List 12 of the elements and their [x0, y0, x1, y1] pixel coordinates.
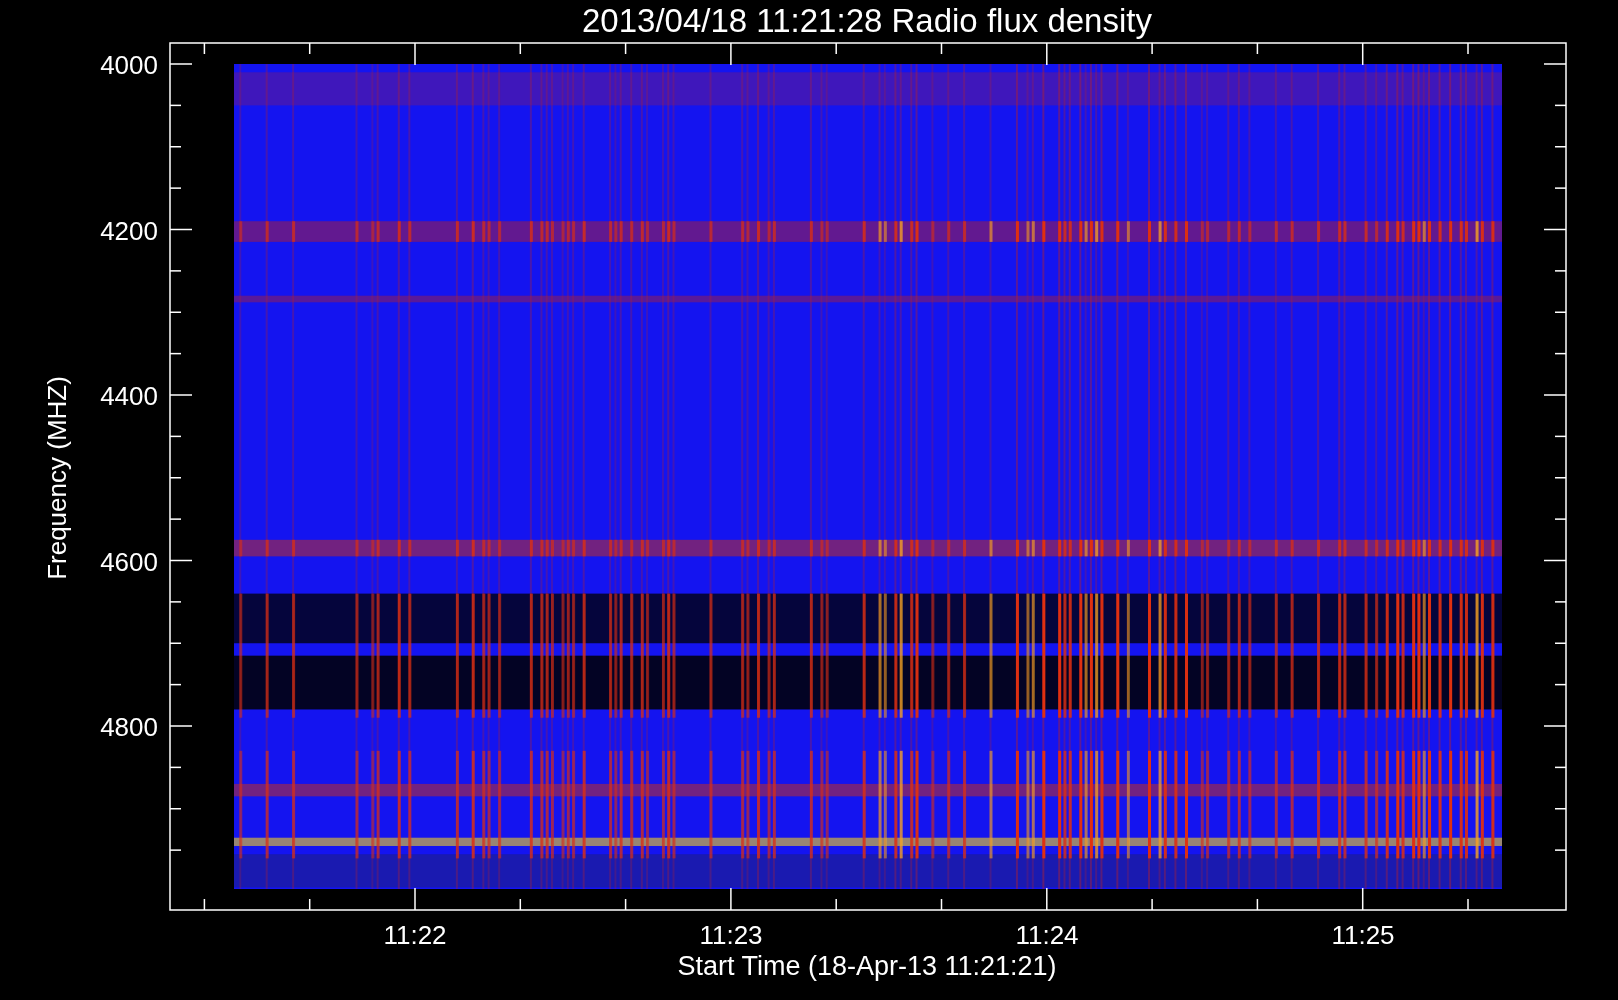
y-axis-label: Frequency (MHZ) [42, 376, 72, 580]
x-tick-label: 11:23 [699, 920, 763, 950]
x-tick-label: 11:22 [383, 920, 447, 950]
chart-title: 2013/04/18 11:21:28 Radio flux density [582, 2, 1152, 39]
y-tick-label: 4200 [100, 215, 158, 246]
x-axis-label: Start Time (18-Apr-13 11:21:21) [677, 951, 1057, 981]
y-tick-label: 4000 [100, 50, 158, 80]
x-tick-label: 11:24 [1015, 920, 1079, 950]
x-tick-label: 11:25 [1331, 920, 1395, 950]
y-tick-label: 4400 [100, 381, 158, 411]
y-tick-label: 4800 [100, 712, 158, 742]
y-tick-label: 4600 [100, 546, 158, 577]
